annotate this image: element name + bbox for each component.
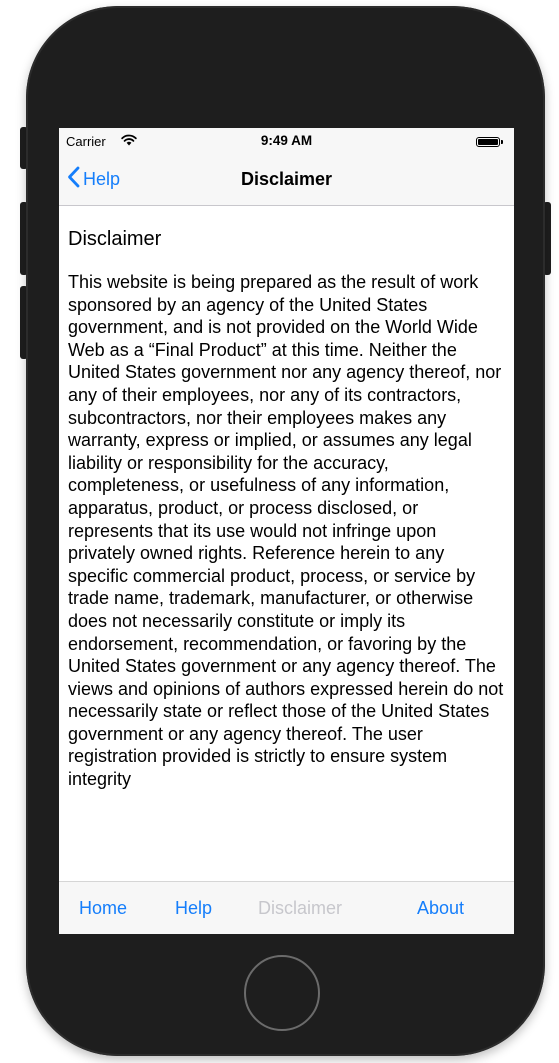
tab-help[interactable]: Help xyxy=(175,898,212,919)
device-screen: Carrier 9:49 AM Help Disclaimer Disclaim… xyxy=(59,128,514,934)
content-heading: Disclaimer xyxy=(68,228,162,250)
status-bar: Carrier 9:49 AM xyxy=(59,128,514,154)
tab-disclaimer[interactable]: Disclaimer xyxy=(258,898,342,919)
nav-title: Disclaimer xyxy=(240,169,333,189)
tab-about[interactable]: About xyxy=(417,898,464,919)
tab-bar: Home Help Disclaimer About xyxy=(59,881,514,934)
home-hardware-button[interactable] xyxy=(244,955,320,1031)
battery-icon xyxy=(476,137,500,147)
tab-home[interactable]: Home xyxy=(79,898,127,919)
content-scroll-view[interactable]: Disclaimer This website is being prepare… xyxy=(59,206,514,881)
status-time: 9:49 AM xyxy=(260,133,313,148)
disclaimer-text: This website is being prepared as the re… xyxy=(68,272,504,790)
battery-cap xyxy=(501,140,503,144)
battery-level xyxy=(478,139,498,145)
navigation-bar: Help Disclaimer xyxy=(59,154,514,206)
